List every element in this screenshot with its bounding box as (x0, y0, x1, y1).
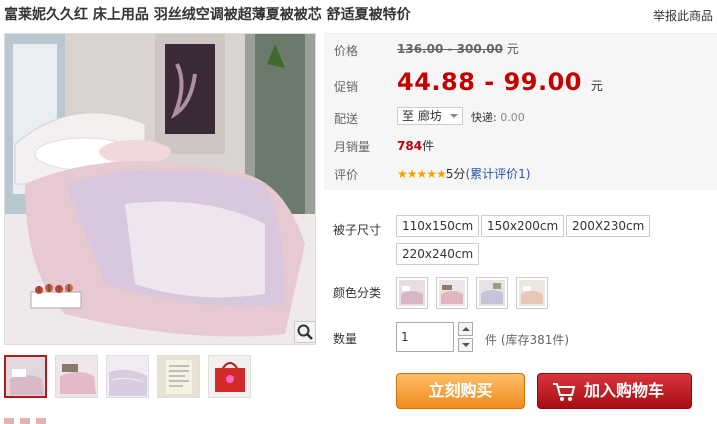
express-fee: 快递: 0.00 (471, 109, 525, 125)
price-panel: 价格 136.00 - 300.00 元 促销 44.88 - 99.00 元 … (324, 33, 717, 190)
chevron-down-icon (450, 114, 458, 118)
thumbnail-3[interactable] (106, 355, 149, 398)
thumbnail-strip (4, 355, 251, 398)
promo-price: 44.88 - 99.00 元 (397, 68, 603, 96)
promo-price-value: 44.88 - 99.00 (397, 68, 582, 96)
size-option[interactable]: 220x240cm (396, 243, 480, 265)
shipping-city: 廊坊 (417, 109, 442, 123)
original-price-currency: 元 (506, 42, 519, 56)
shipping-city-select[interactable]: 至 廊坊 (397, 107, 463, 125)
size-option[interactable]: 110x150cm (396, 215, 480, 237)
express-label: 快递: (471, 111, 497, 124)
promo-price-label: 促销 (334, 80, 359, 94)
thumbnail-4[interactable] (157, 355, 200, 398)
monthly-sales: 784件 (397, 137, 434, 154)
original-price-value: 136.00 - 300.00 (397, 42, 503, 56)
color-label: 颜色分类 (333, 286, 382, 300)
sales-unit: 件 (422, 139, 435, 153)
review-count-link[interactable]: (累计评价1) (465, 167, 530, 181)
original-price: 136.00 - 300.00 元 (397, 40, 519, 57)
promo-price-currency: 元 (590, 79, 604, 93)
thumbnail-2[interactable] (55, 355, 98, 398)
color-swatch-3[interactable] (476, 277, 508, 309)
main-product-image (4, 33, 316, 345)
original-price-label: 价格 (334, 44, 359, 58)
product-title: 富莱妮久久红 床上用品 羽丝绒空调被超薄夏被被芯 舒适夏被特价 (4, 7, 411, 23)
express-value: 0.00 (500, 111, 525, 124)
shipping-label: 配送 (334, 112, 359, 126)
buy-now-button[interactable]: 立刻购买 (396, 373, 525, 409)
color-swatch-2[interactable] (436, 277, 468, 309)
rating-label: 评价 (334, 168, 359, 182)
thumbnail-1[interactable] (4, 355, 47, 398)
stock-info: 件 (库存381件) (485, 331, 569, 348)
size-label: 被子尺寸 (333, 223, 382, 237)
sales-count: 784 (397, 139, 423, 153)
color-swatch-1[interactable] (396, 277, 428, 309)
stepper-down-icon[interactable] (458, 338, 473, 352)
color-swatch-4[interactable] (516, 277, 548, 309)
quantity-label: 数量 (333, 332, 358, 346)
search-zoom-icon[interactable] (294, 321, 316, 343)
add-to-cart-label: 加入购物车 (584, 381, 665, 400)
cart-icon (553, 383, 576, 401)
stepper-up-icon[interactable] (458, 322, 473, 336)
star-rating-icon: ★★★★★ (397, 167, 447, 181)
sales-label: 月销量 (334, 140, 371, 154)
rating-score: 5分 (445, 167, 466, 181)
shipping-to: 至 (402, 109, 415, 123)
quantity-input[interactable]: 1 (396, 322, 454, 352)
report-link[interactable]: 举报此商品 (653, 7, 713, 24)
add-to-cart-button[interactable]: 加入购物车 (537, 373, 692, 409)
stock-count: (库存381件) (500, 333, 570, 347)
size-option[interactable]: 150x200cm (481, 215, 565, 237)
rating: ★★★★★5分(累计评价1) (397, 165, 530, 182)
quantity-unit: 件 (485, 333, 498, 347)
thumbnail-5[interactable] (208, 355, 251, 398)
size-option[interactable]: 200X230cm (566, 215, 651, 237)
pager-dots (4, 418, 46, 424)
